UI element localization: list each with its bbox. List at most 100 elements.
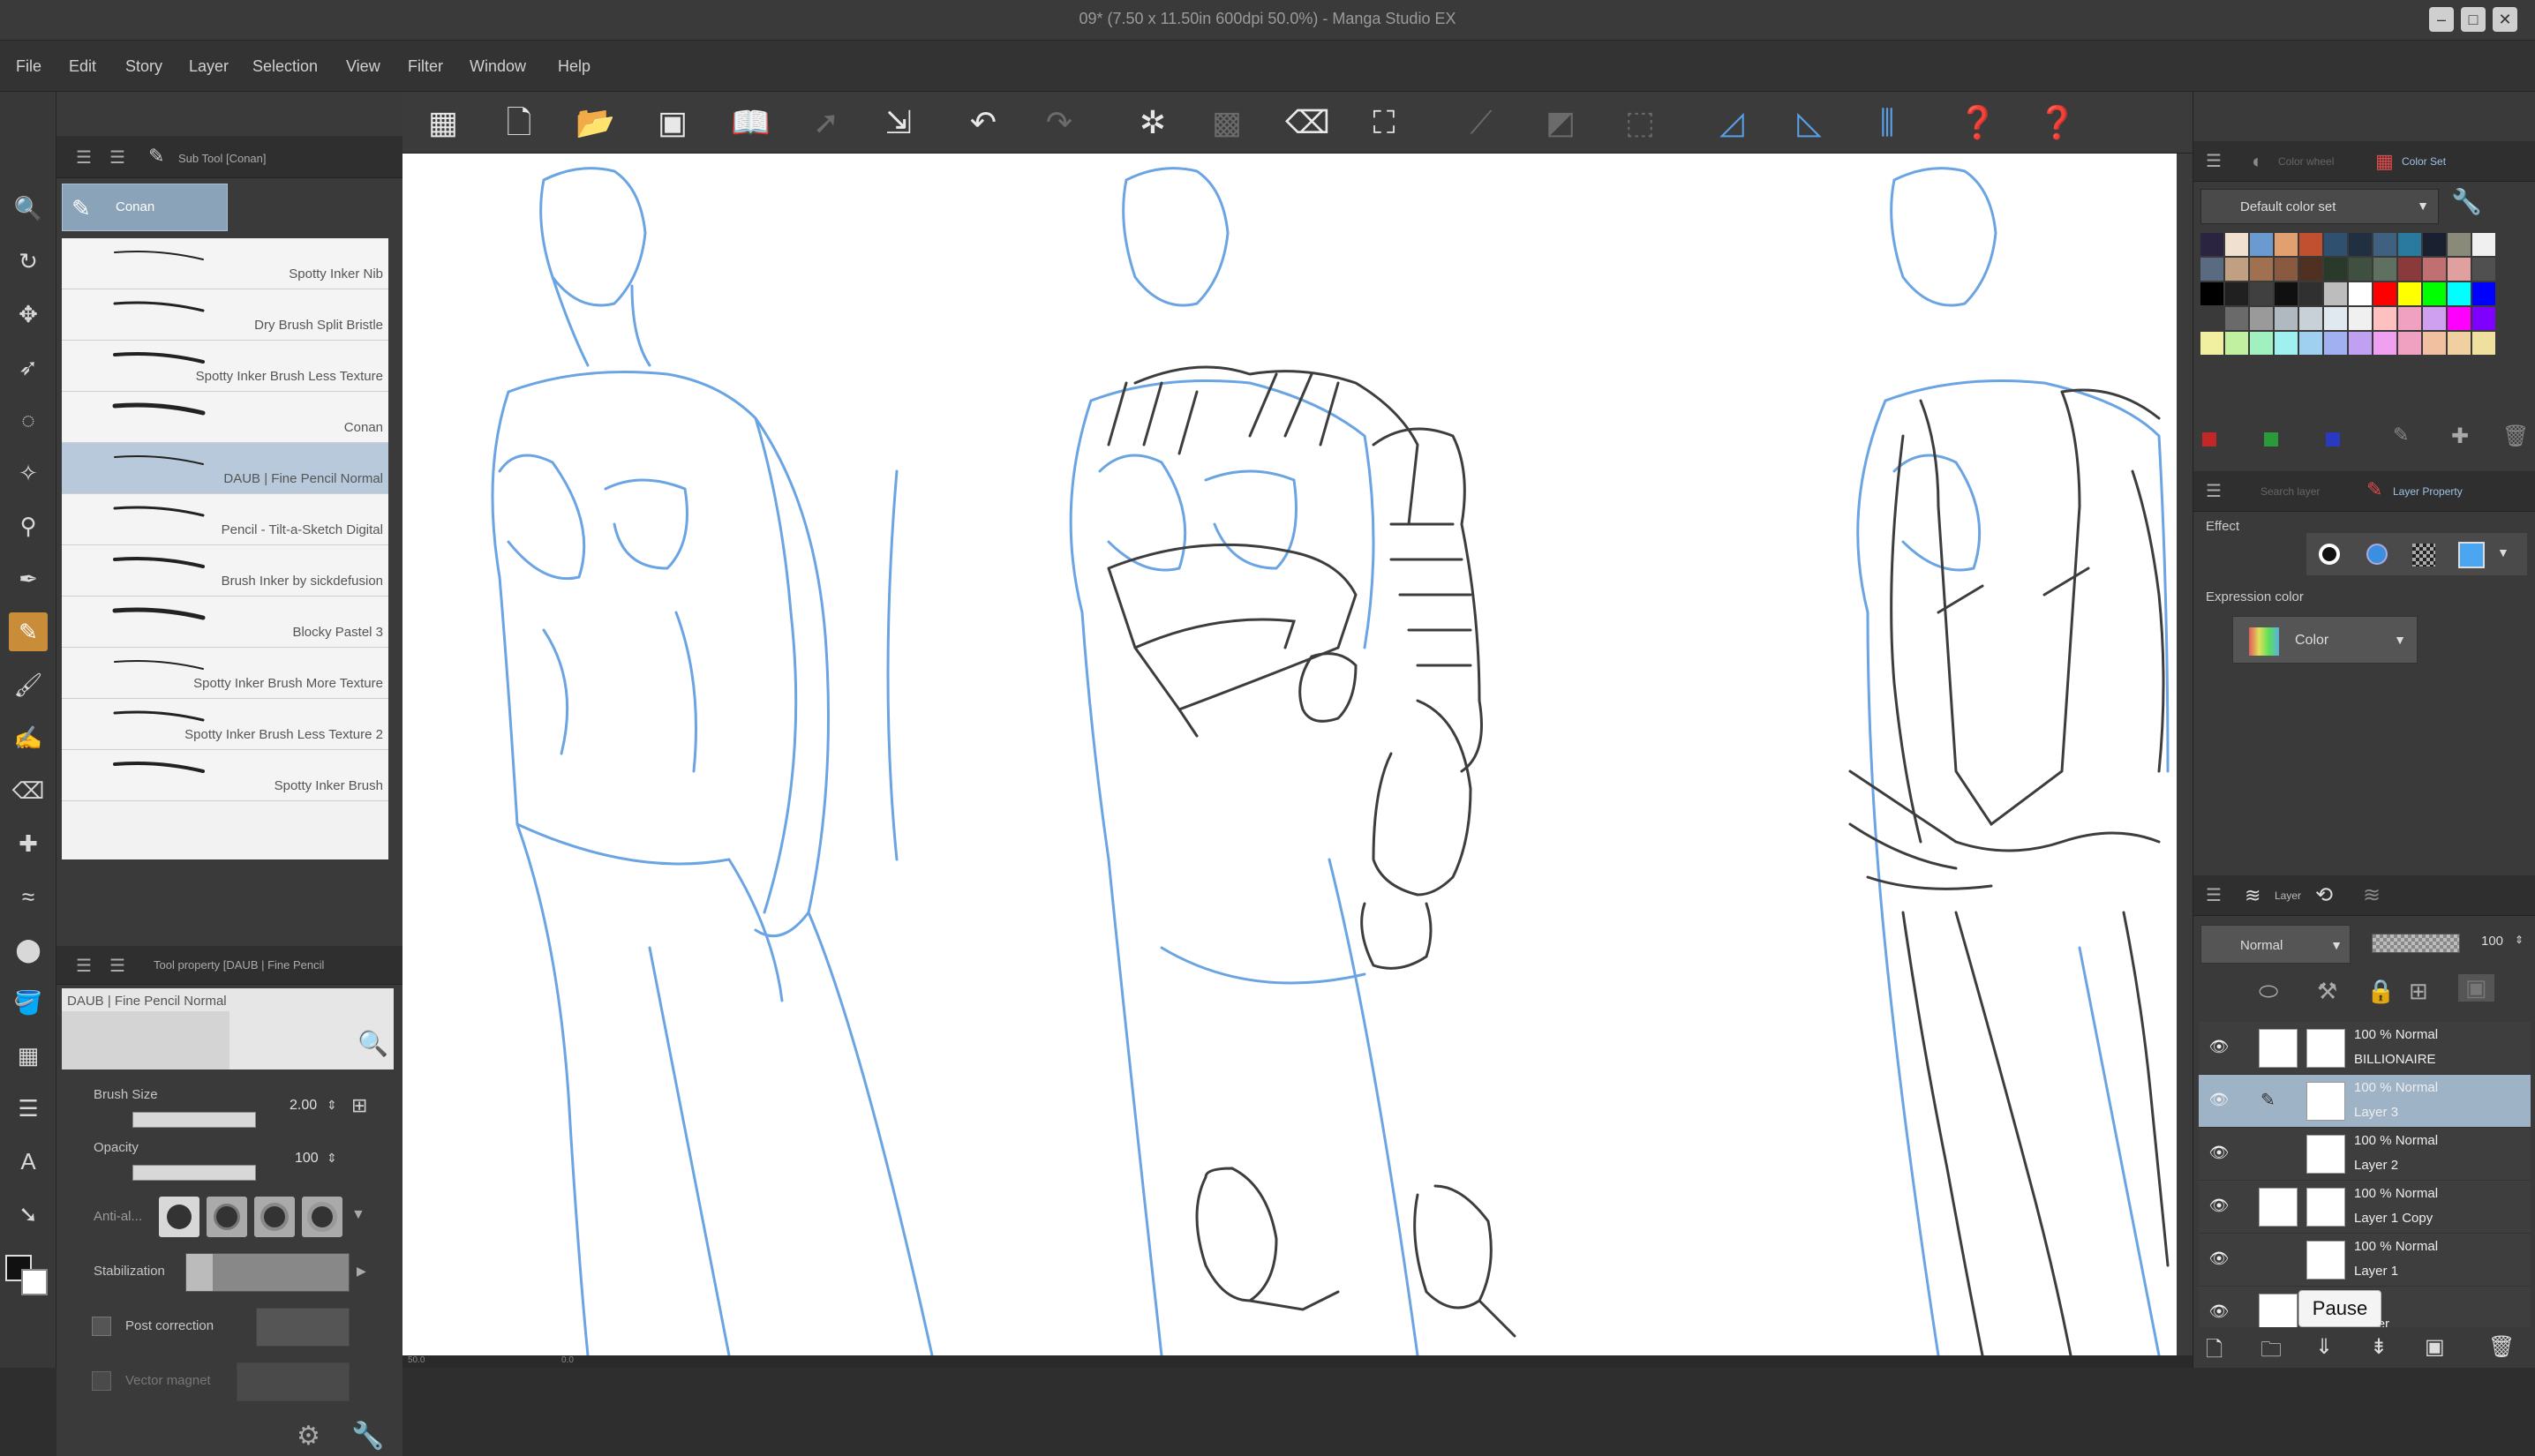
panel-menu-icon[interactable]: ☰ (76, 146, 92, 169)
brush-tool-icon[interactable]: 🖌 (9, 665, 48, 704)
eraser-icon[interactable]: ⌫ (1285, 104, 1330, 141)
object-tool-icon[interactable]: ➶ (9, 348, 48, 387)
color-swatch[interactable] (2250, 332, 2273, 355)
merge-down-icon[interactable]: ⇟ (2370, 1334, 2388, 1360)
undo-icon[interactable]: ↶ (964, 104, 1003, 141)
new-file-icon[interactable]: 🗋 (500, 104, 538, 141)
color-set-dropdown[interactable]: Default color set ▼ (2200, 189, 2439, 224)
color-swatch[interactable] (2225, 307, 2248, 330)
color-swatch[interactable] (2275, 307, 2298, 330)
layer-row[interactable]: 👁 100 % Normal Layer 1 Copy (2199, 1181, 2531, 1234)
color-swatch[interactable] (2373, 258, 2396, 281)
ruler-angle-icon[interactable]: ◺ (1790, 104, 1829, 141)
minimize-button[interactable]: – (2429, 7, 2454, 32)
save-icon[interactable]: ▣ (653, 104, 692, 141)
brush-row[interactable]: Pencil - Tilt-a-Sketch Digital (62, 494, 388, 545)
close-button[interactable]: ✕ (2493, 7, 2517, 32)
antialias-medium[interactable] (254, 1197, 295, 1237)
drawing-canvas[interactable] (402, 154, 2177, 1355)
brush-row[interactable]: Blocky Pastel 3 (62, 597, 388, 648)
lock-layer-icon[interactable]: 🔒 (2366, 978, 2395, 1005)
zoom-tool-icon[interactable]: 🔍 (9, 189, 48, 228)
opacity-slider[interactable] (132, 1165, 256, 1181)
color-swatch[interactable] (2472, 258, 2495, 281)
color-swatch[interactable] (2200, 282, 2223, 305)
layer-opacity-slider[interactable] (2372, 934, 2460, 953)
layer-mask-icon[interactable]: ▣ (2458, 974, 2494, 1002)
color-set-icon[interactable]: ▦ (2375, 150, 2394, 173)
book-icon[interactable]: 📖 (731, 104, 771, 141)
color-swatch[interactable] (2275, 332, 2298, 355)
transfer-down-icon[interactable]: ⇓ (2315, 1334, 2333, 1360)
post-correction-checkbox[interactable] (92, 1317, 111, 1336)
color-swatch[interactable] (2373, 282, 2396, 305)
grid-menu-icon[interactable]: ▦ (424, 104, 463, 141)
color-swatch[interactable] (2275, 233, 2298, 256)
brush-row[interactable]: Dry Brush Split Bristle (62, 289, 388, 341)
brush-row[interactable]: Brush Inker by sickdefusion (62, 545, 388, 597)
settings-gear-icon[interactable]: ⚙ (297, 1421, 320, 1452)
menu-view[interactable]: View (346, 57, 380, 76)
color-swatch[interactable] (2423, 282, 2446, 305)
opacity-value[interactable]: 100 (295, 1151, 319, 1167)
color-swatch[interactable] (2324, 282, 2347, 305)
color-swatch[interactable] (2275, 282, 2298, 305)
layer-property-icon[interactable]: ✎ (2366, 478, 2382, 501)
color-swatch[interactable] (2299, 282, 2322, 305)
ruler-snap-icon[interactable]: ⫼ (1868, 104, 1907, 141)
reference-layer-icon[interactable]: ⚒ (2317, 978, 2337, 1005)
add-color-icon[interactable]: ✚ (2451, 424, 2469, 449)
vector-magnet-slider[interactable] (237, 1362, 350, 1401)
color-swatch[interactable] (2200, 332, 2223, 355)
stabilization-slider[interactable] (185, 1253, 350, 1292)
color-swatch[interactable] (2349, 233, 2372, 256)
color-set-tab[interactable]: Color Set (2402, 155, 2446, 168)
color-swatch[interactable] (2299, 233, 2322, 256)
color-swatch[interactable] (2324, 233, 2347, 256)
eyedropper-icon[interactable]: ⚲ (9, 507, 48, 545)
color-swatch[interactable] (2472, 282, 2495, 305)
color-swatch[interactable] (2349, 307, 2372, 330)
new-raster-layer-icon[interactable]: 🗋 (2206, 1334, 2223, 1370)
move-tool-icon[interactable]: ✥ (9, 295, 48, 334)
brush-size-spin-icon[interactable]: ⇕ (327, 1098, 337, 1113)
color-swatch[interactable] (2299, 258, 2322, 281)
mask-icon[interactable]: ▣ (2425, 1334, 2445, 1360)
brush-row[interactable]: Spotty Inker Brush Less Texture 2 (62, 699, 388, 750)
swatch-green-small[interactable] (2264, 432, 2278, 447)
post-correction-slider[interactable] (256, 1308, 350, 1347)
effect-border-icon[interactable] (2319, 544, 2340, 565)
color-swatch[interactable] (2448, 307, 2471, 330)
color-swatch[interactable] (2423, 258, 2446, 281)
color-swatch[interactable] (2398, 282, 2421, 305)
subtool-tab[interactable]: ☰ ☰ ✎ Sub Tool [Conan] (56, 136, 402, 178)
eye-icon[interactable]: 👁 (2206, 1302, 2232, 1324)
color-swatch[interactable] (2324, 332, 2347, 355)
stamp-icon[interactable]: ▩ (1207, 104, 1246, 141)
sparkle-icon[interactable]: ✲ (1133, 104, 1172, 141)
lock-transparency-icon[interactable]: ⊞ (2409, 978, 2428, 1005)
layer-navigator-icon[interactable]: ≋ (2363, 882, 2381, 908)
vector-magnet-checkbox[interactable] (92, 1371, 111, 1391)
color-swatch[interactable] (2299, 307, 2322, 330)
open-folder-icon[interactable]: 📂 (575, 104, 615, 141)
search-layer-tab[interactable]: Search layer (2260, 485, 2320, 498)
menu-layer[interactable]: Layer (189, 57, 229, 76)
eyedropper-icon[interactable]: ✎ (2393, 424, 2409, 447)
color-swatch[interactable] (2398, 332, 2421, 355)
antialias-none[interactable] (159, 1197, 199, 1237)
expression-color-dropdown[interactable]: Color ▼ (2232, 616, 2418, 664)
color-swatch[interactable] (2225, 282, 2248, 305)
color-swatch[interactable] (2472, 307, 2495, 330)
effect-dropdown-icon[interactable]: ▼ (2497, 545, 2509, 559)
fill-tool-icon[interactable]: ⬤ (9, 930, 48, 969)
color-swatch[interactable] (2373, 332, 2396, 355)
panel-menu-6-icon[interactable]: ☰ (2206, 480, 2222, 502)
layer-stack-icon[interactable]: ≋ (2245, 884, 2260, 907)
eye-icon[interactable]: 👁 (2206, 1197, 2232, 1218)
brush-row[interactable]: Spotty Inker Nib (62, 238, 388, 289)
brush-row[interactable]: Spotty Inker Brush (62, 750, 388, 801)
color-swatch[interactable] (2448, 282, 2471, 305)
layer-opacity-value[interactable]: 100 (2481, 934, 2503, 949)
layer-tab[interactable]: Layer (2275, 889, 2301, 902)
